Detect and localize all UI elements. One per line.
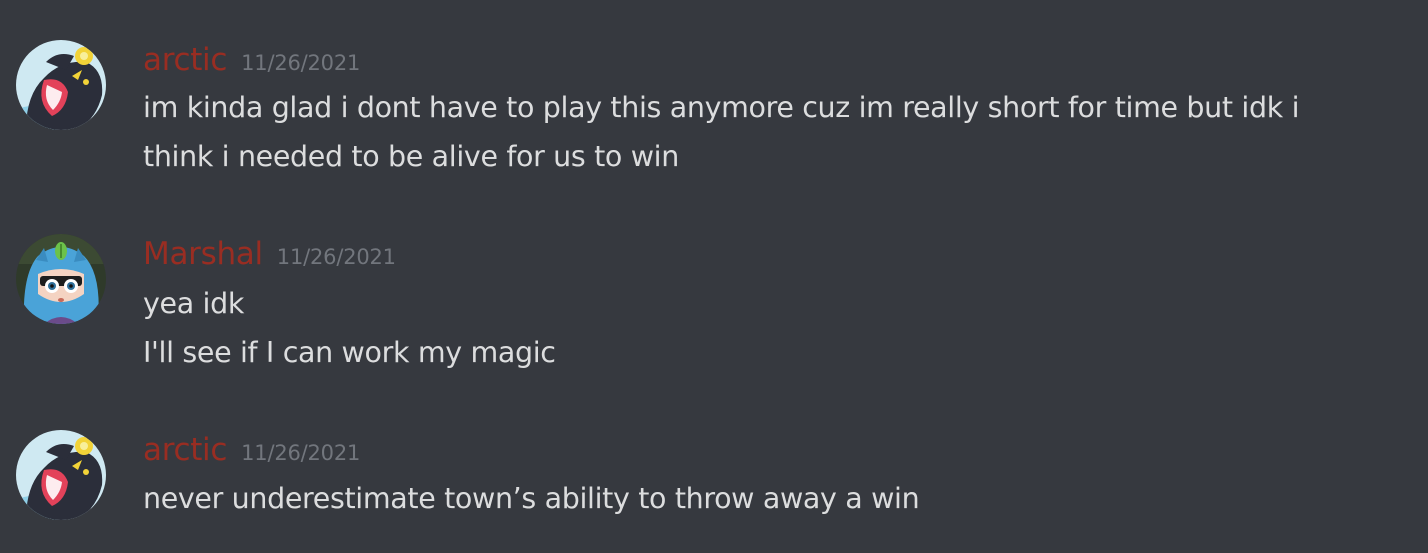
- message-content: never underestimate town’s ability to th…: [143, 474, 1413, 523]
- username[interactable]: arctic: [143, 42, 227, 78]
- message-header: arctic 11/26/2021: [143, 430, 360, 470]
- message-line: im kinda glad i dont have to play this a…: [143, 91, 1300, 124]
- message-line: never underestimate town’s ability to th…: [143, 482, 920, 515]
- timestamp: 11/26/2021: [241, 441, 361, 465]
- username[interactable]: arctic: [143, 432, 227, 468]
- luxray-avatar-icon[interactable]: [16, 40, 106, 130]
- message-line: yea idk: [143, 287, 244, 320]
- avatar-image: [16, 430, 106, 520]
- luxray-avatar-icon[interactable]: [16, 430, 106, 520]
- message-content: im kinda glad i dont have to play this a…: [143, 83, 1413, 181]
- message-header: arctic 11/26/2021: [143, 40, 360, 80]
- timestamp: 11/26/2021: [276, 245, 396, 269]
- message-line: think i needed to be alive for us to win: [143, 140, 679, 173]
- avatar-image: [16, 40, 106, 130]
- anime-character-avatar-icon[interactable]: [16, 234, 106, 324]
- chat-message-list: arctic 11/26/2021 im kinda glad i dont ha…: [0, 0, 1428, 553]
- username[interactable]: Marshal: [143, 236, 263, 272]
- message-line: I'll see if I can work my magic: [143, 336, 556, 369]
- message-content: yea idk I'll see if I can work my magic: [143, 279, 1413, 377]
- timestamp: 11/26/2021: [241, 51, 361, 75]
- message-header: Marshal 11/26/2021: [143, 234, 396, 274]
- avatar-image: [16, 234, 106, 324]
